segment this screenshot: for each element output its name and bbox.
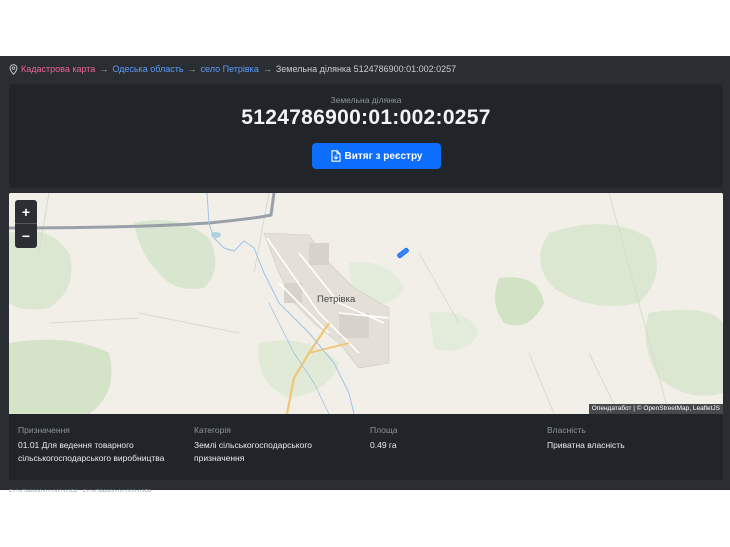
breadcrumb-region-link[interactable]: Одеська область (112, 64, 183, 74)
breadcrumb-current-parcel: Земельна ділянка 5124786900:01:002:0257 (275, 64, 457, 74)
zoom-controls: + − (15, 200, 37, 248)
breadcrumb-village-link[interactable]: село Петрівка (201, 64, 259, 74)
detail-area-value: 0.49 га (370, 440, 397, 450)
parcel-header-card: Земельна ділянка 5124786900:01:002:0257 … (9, 84, 723, 188)
breadcrumb-cadastral-map-link[interactable]: Кадастрова карта (21, 64, 95, 74)
breadcrumb-separator: → (262, 64, 272, 74)
map-attribution: Опендатабот | © OpenStreetMap, LeafletJS (588, 404, 723, 414)
attribution-links[interactable]: OpenStreetMap, LeafletJS (643, 405, 720, 412)
detail-area: Площа 0.49 га (370, 425, 540, 452)
map-pin-icon (9, 63, 18, 75)
top-blank-area (0, 0, 730, 56)
detail-category-label: Категорія (194, 425, 231, 435)
detail-purpose: Призначення 01.01 Для ведення товарного … (18, 425, 188, 465)
cadastral-number-title: 5124786900:01:002:0257 (241, 106, 491, 129)
attribution-prefix: Опендатабот | © (591, 405, 644, 412)
detail-purpose-value: 01.01 Для ведення товарного сільськогосп… (18, 440, 165, 463)
neighbor-parcels-list[interactable]: 5124786900:01:002:0256 · 5124786900:01:0… (9, 488, 151, 492)
parcel-map[interactable]: + − Петрівка Опендатабот | © OpenStreetM… (9, 193, 723, 414)
map-tiles (9, 193, 723, 414)
parcel-subtitle: Земельна ділянка (330, 95, 402, 105)
detail-category-value: Землі сільськогосподарського призначення (194, 440, 312, 463)
map-place-label: Петрівка (317, 294, 356, 305)
zoom-out-button[interactable]: − (15, 224, 37, 248)
app-container: Кадастрова карта → Одеська область → сел… (0, 56, 730, 490)
registry-extract-button[interactable]: Витяг з реєстру (312, 143, 441, 169)
breadcrumb-separator: → (99, 64, 109, 74)
detail-category: Категорія Землі сільськогосподарського п… (194, 425, 334, 465)
detail-area-label: Площа (370, 425, 398, 435)
zoom-in-button[interactable]: + (15, 200, 37, 224)
detail-ownership-value: Приватна власність (547, 440, 625, 450)
detail-ownership-label: Власність (547, 425, 586, 435)
breadcrumb-separator: → (187, 64, 197, 74)
detail-purpose-label: Призначення (18, 425, 70, 435)
bottom-blank-area (0, 493, 730, 547)
parcel-details-card: Призначення 01.01 Для ведення товарного … (9, 414, 723, 480)
breadcrumb: Кадастрова карта → Одеська область → сел… (9, 62, 456, 76)
document-icon (330, 150, 341, 162)
detail-ownership: Власність Приватна власність (547, 425, 717, 452)
registry-extract-label: Витяг з реєстру (344, 150, 423, 162)
